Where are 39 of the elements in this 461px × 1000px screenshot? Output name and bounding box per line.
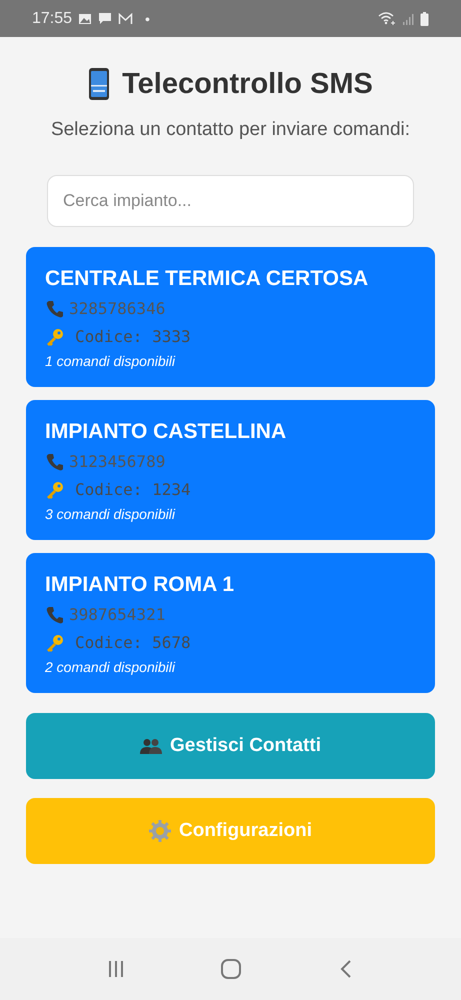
commands-count: 1 comandi disponibili	[45, 353, 176, 369]
notification-dot: •	[145, 10, 150, 26]
telephone-icon	[45, 605, 65, 625]
people-icon	[140, 738, 162, 754]
access-code: Codice: 5678	[75, 632, 191, 654]
contact-card[interactable]: CENTRALE TERMICA CERTOSA 3285786346 Codice: 3333 1 comandi disponibili	[26, 247, 435, 387]
telephone-icon	[45, 452, 65, 472]
key-icon	[45, 633, 65, 653]
home-icon[interactable]	[220, 958, 242, 980]
subtitle: Seleziona un contatto per inviare comandi:	[50, 119, 412, 141]
mail-icon	[118, 12, 134, 24]
contact-name: IMPIANTO ROMA 1	[45, 573, 236, 597]
phone-number: 3987654321	[69, 604, 166, 626]
contact-card[interactable]: IMPIANTO CASTELLINA 3123456789 Codice: 1234 3 comandi disponibili	[26, 400, 435, 540]
battery-icon	[420, 12, 429, 26]
app-title: Telecontrollo SMS	[122, 68, 373, 100]
access-code: Codice: 1234	[75, 479, 191, 501]
key-icon	[45, 480, 65, 500]
access-code: Codice: 3333	[75, 326, 191, 348]
signal-icon	[402, 12, 414, 24]
manage-contacts-button[interactable]: Gestisci Contatti	[26, 713, 435, 779]
phone-number: 3123456789	[69, 451, 166, 473]
key-icon	[45, 327, 65, 347]
image-icon	[78, 12, 92, 24]
commands-count: 2 comandi disponibili	[45, 659, 176, 675]
phone-icon	[88, 67, 110, 101]
commands-count: 3 comandi disponibili	[45, 506, 176, 522]
contact-card[interactable]: IMPIANTO ROMA 1 3987654321 Codice: 5678 2 comandi disponibili	[26, 553, 435, 693]
clock: 17:55	[32, 10, 72, 28]
back-icon[interactable]	[338, 959, 353, 979]
contact-name: IMPIANTO CASTELLINA	[45, 420, 288, 444]
chat-icon	[98, 12, 112, 25]
gear-icon	[149, 820, 171, 842]
contact-name: CENTRALE TERMICA CERTOSA	[45, 267, 370, 291]
wifi-icon	[378, 12, 396, 25]
telephone-icon	[45, 299, 65, 319]
search-field[interactable]: Cerca impianto...	[47, 175, 414, 227]
recent-apps-icon[interactable]	[108, 960, 124, 978]
phone-number: 3285786346	[69, 298, 166, 320]
